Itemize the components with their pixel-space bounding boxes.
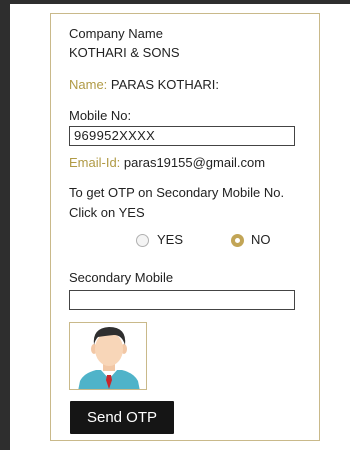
email-row: Email-Id: paras19155@gmail.com bbox=[69, 155, 265, 170]
otp-prompt-line2: Click on YES bbox=[69, 205, 145, 220]
user-avatar-icon bbox=[78, 327, 140, 389]
left-edge-strip bbox=[0, 0, 10, 450]
email-label: Email-Id: bbox=[69, 155, 121, 170]
no-label: NO bbox=[251, 232, 271, 247]
send-otp-button[interactable]: Send OTP bbox=[70, 401, 174, 434]
mobile-label: Mobile No: bbox=[69, 108, 132, 123]
yes-label: YES bbox=[157, 232, 184, 247]
name-row: Name: PARAS KOTHARI: bbox=[69, 77, 219, 92]
company-name: KOTHARI & SONS bbox=[69, 45, 180, 60]
name-value: PARAS KOTHARI: bbox=[110, 77, 220, 92]
email-value: paras19155@gmail.com bbox=[123, 155, 266, 170]
otp-prompt-line1: To get OTP on Secondary Mobile No. bbox=[69, 185, 285, 200]
name-label: Name: bbox=[69, 77, 108, 92]
user-avatar-box bbox=[69, 322, 147, 390]
top-bar bbox=[0, 0, 350, 4]
company-heading: Company Name bbox=[69, 26, 163, 41]
secondary-mobile-label: Secondary Mobile bbox=[69, 270, 174, 285]
yes-radio[interactable] bbox=[136, 234, 149, 247]
no-radio[interactable] bbox=[231, 234, 244, 247]
otp-form-card: Company Name KOTHARI & SONS Name: PARAS … bbox=[50, 13, 320, 441]
secondary-mobile-field[interactable] bbox=[69, 290, 295, 310]
mobile-field[interactable]: 969952XXXX bbox=[69, 126, 295, 146]
